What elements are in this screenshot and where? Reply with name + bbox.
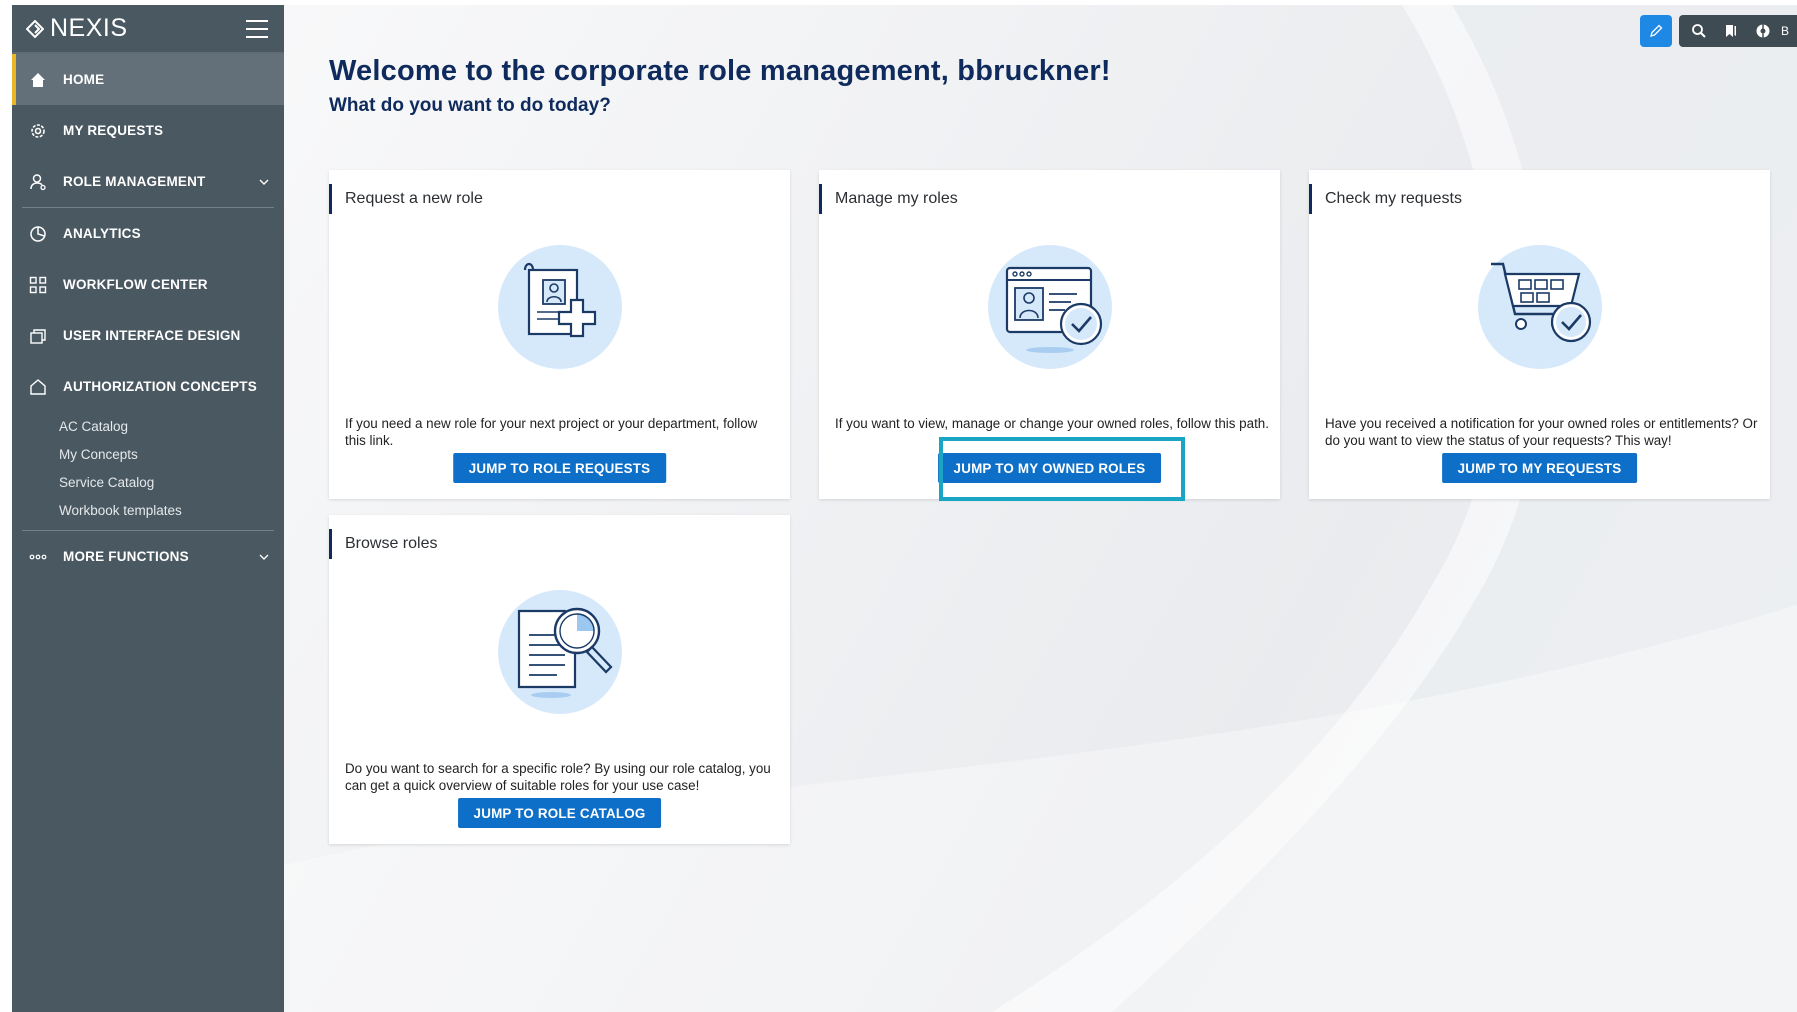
sidebar-item-label: USER INTERFACE DESIGN (63, 328, 241, 343)
card-description: If you need a new role for your next pro… (345, 416, 758, 448)
document-magnifier-icon (497, 590, 622, 714)
sidebar-item-authorization-concepts[interactable]: AUTHORIZATION CONCEPTS (12, 361, 284, 412)
sidebar-item-role-management[interactable]: ROLE MANAGEMENT (12, 156, 284, 207)
sidebar-item-label: ROLE MANAGEMENT (63, 174, 206, 189)
sidebar-item-workflow-center[interactable]: WORKFLOW CENTER (12, 259, 284, 310)
house-outline-icon (28, 377, 48, 397)
jump-to-role-catalog-button[interactable]: JUMP TO ROLE CATALOG (457, 798, 662, 828)
jump-to-my-requests-button[interactable]: JUMP TO MY REQUESTS (1441, 453, 1638, 483)
sidebar-item-my-requests[interactable]: MY REQUESTS (12, 105, 284, 156)
layers-icon (28, 326, 48, 346)
page-subtitle: What do you want to do today? (329, 95, 611, 116)
card-description: If you want to view, manage or change yo… (835, 416, 1269, 431)
jump-to-role-requests-button[interactable]: JUMP TO ROLE REQUESTS (452, 453, 667, 483)
sidebar-subitem-workbook-templates[interactable]: Workbook templates (12, 496, 284, 524)
home-icon (28, 70, 48, 90)
card-title: Request a new role (329, 184, 483, 214)
card-browse-roles: Browse roles Do you want to search for a… (329, 515, 790, 844)
sidebar: NEXIS HOME MY REQUESTS ROLE MANAGEMENT A… (12, 5, 284, 1012)
card-manage-my-roles: Manage my roles If you want to view, man… (819, 170, 1280, 499)
sidebar-item-label: ANALYTICS (63, 226, 141, 241)
pie-chart-icon (28, 224, 48, 244)
card-title: Manage my roles (819, 184, 958, 214)
gear-icon (28, 121, 48, 141)
app-window: NEXIS HOME MY REQUESTS ROLE MANAGEMENT A… (12, 5, 1797, 1012)
sidebar-item-label: HOME (63, 72, 105, 87)
hamburger-menu-icon[interactable] (246, 19, 268, 38)
card-check-my-requests: Check my requests Have you received a no… (1309, 170, 1770, 499)
id-card-check-icon (987, 245, 1112, 369)
sidebar-item-more-functions[interactable]: MORE FUNCTIONS (12, 531, 284, 582)
sidebar-item-label: AUTHORIZATION CONCEPTS (63, 379, 257, 394)
jump-to-my-owned-roles-button[interactable]: JUMP TO MY OWNED ROLES (937, 453, 1162, 483)
sidebar-subitem-my-concepts[interactable]: My Concepts (12, 440, 284, 468)
sidebar-subitem-ac-catalog[interactable]: AC Catalog (12, 412, 284, 440)
chevron-down-icon[interactable] (258, 176, 270, 188)
card-request-new-role: Request a new role If you need a new rol… (329, 170, 790, 499)
chevron-down-icon[interactable] (258, 551, 270, 563)
card-title: Browse roles (329, 529, 437, 559)
logo-row: NEXIS (12, 5, 284, 54)
nexis-logo-icon (26, 19, 44, 38)
sidebar-item-label: MY REQUESTS (63, 123, 164, 138)
sidebar-item-home[interactable]: HOME (12, 54, 284, 105)
card-description: Do you want to search for a specific rol… (345, 761, 771, 793)
sidebar-item-label: WORKFLOW CENTER (63, 277, 208, 292)
more-dots-icon (28, 547, 48, 567)
shopping-cart-check-icon (1477, 245, 1602, 369)
sidebar-item-label: MORE FUNCTIONS (63, 549, 189, 564)
sidebar-item-analytics[interactable]: ANALYTICS (12, 208, 284, 259)
card-title: Check my requests (1309, 184, 1462, 214)
workflow-icon (28, 275, 48, 295)
document-plus-icon (497, 245, 622, 369)
user-gear-icon (28, 172, 48, 192)
card-description: Have you received a notification for you… (1325, 416, 1758, 448)
app-logo-text: NEXIS (50, 14, 128, 42)
sidebar-subitem-service-catalog[interactable]: Service Catalog (12, 468, 284, 496)
page-title: Welcome to the corporate role management… (329, 55, 1111, 87)
sidebar-item-user-interface-design[interactable]: USER INTERFACE DESIGN (12, 310, 284, 361)
main-content: Welcome to the corporate role management… (284, 5, 1797, 1012)
